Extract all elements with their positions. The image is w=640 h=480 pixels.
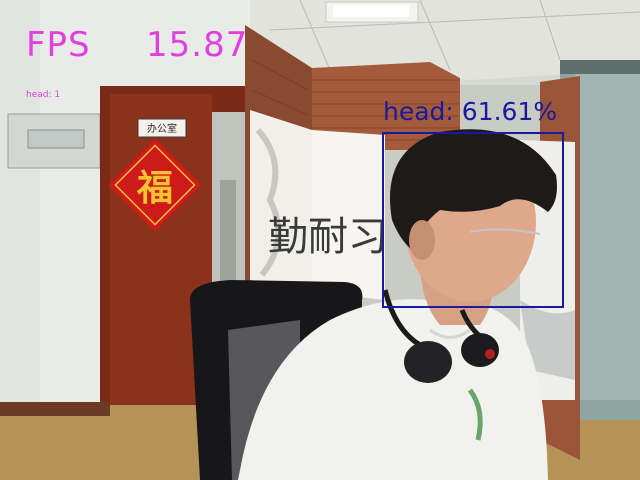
door-sign: 办公室 xyxy=(137,118,187,138)
door-sign-text: 办公室 xyxy=(147,122,177,135)
fu-character: 福 xyxy=(136,168,173,209)
detection-bounding-box xyxy=(382,132,564,308)
fps-value: 15.87 xyxy=(146,25,249,65)
fps-label: FPS xyxy=(26,25,91,65)
ceiling-light xyxy=(325,1,419,23)
detection-count-label: head: 1 xyxy=(26,90,61,100)
camera-frame: 办公室 福 勤耐习 FPS 15.87 head: 1 head: 61.61% xyxy=(0,0,640,480)
headphone-right xyxy=(461,333,499,367)
headphone-left xyxy=(404,341,452,383)
wall-panel xyxy=(7,113,101,169)
screen-calligraphy: 勤耐习 xyxy=(268,214,388,260)
detection-label: head: 61.61% xyxy=(383,97,558,126)
